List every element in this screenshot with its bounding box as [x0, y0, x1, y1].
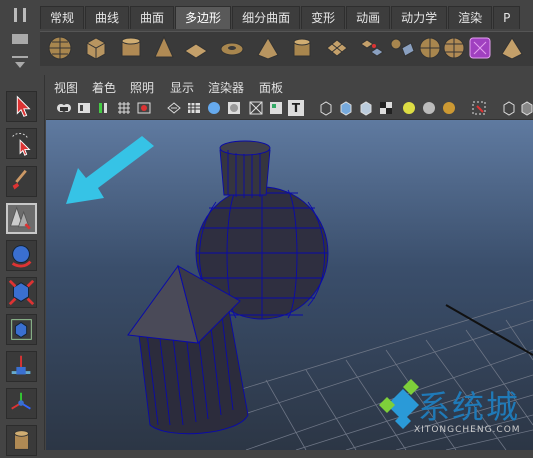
toolbox	[0, 75, 45, 456]
bounding-box-icon[interactable]	[248, 100, 264, 116]
tab-animation[interactable]: 动画	[346, 6, 391, 29]
brush-icon	[12, 169, 27, 190]
poly-cylinder-icon[interactable]	[117, 34, 145, 62]
boolean-icon[interactable]	[466, 34, 494, 62]
poly-pipe-icon[interactable]	[288, 34, 316, 62]
tab-deformation[interactable]: 变形	[301, 6, 346, 29]
poly-helix-icon[interactable]	[323, 34, 351, 62]
film-gate-icon[interactable]	[136, 100, 152, 116]
poly-plane-icon[interactable]	[182, 34, 210, 62]
menu-panels[interactable]: 面板	[259, 79, 283, 96]
menu-view[interactable]: 视图	[54, 79, 78, 96]
poly-cube-icon[interactable]	[82, 34, 110, 62]
menu-renderer[interactable]: 渲染器	[208, 79, 244, 96]
smooth-icon[interactable]	[440, 34, 468, 62]
shelf-icon-row	[40, 31, 533, 66]
lasso-icon	[12, 133, 31, 156]
isolate-select-icon[interactable]	[471, 100, 487, 116]
menu-show[interactable]: 显示	[170, 79, 194, 96]
grid-icon[interactable]	[116, 100, 132, 116]
poly-torus-icon[interactable]	[218, 34, 246, 62]
cube-scale-icon	[11, 319, 32, 340]
axis-tool-button[interactable]	[6, 388, 37, 419]
annotation-arrow	[66, 136, 154, 204]
shelf-menu-arrow-icon	[15, 62, 25, 68]
tab-rendering[interactable]: 渲染	[448, 6, 493, 29]
camera-attributes-icon[interactable]	[56, 100, 72, 116]
grid-axis-line	[445, 304, 533, 356]
wireframe-shaded-icon[interactable]	[186, 100, 202, 116]
rotate-tool-button[interactable]	[6, 277, 37, 308]
menu-shading[interactable]: 着色	[92, 79, 116, 96]
text-label-toggle[interactable]: T	[288, 100, 304, 116]
tab-polygons[interactable]: 多边形	[175, 6, 232, 29]
combine-icon[interactable]	[358, 34, 386, 62]
default-light-icon[interactable]	[421, 100, 437, 116]
cylinder-tool-icon	[14, 430, 29, 450]
bevel-icon[interactable]	[498, 34, 526, 62]
smooth-shade-icon[interactable]	[206, 100, 222, 116]
tab-dynamics[interactable]: 动力学	[391, 6, 448, 29]
light-icon[interactable]	[401, 100, 417, 116]
checker-icon[interactable]	[378, 100, 394, 116]
watermark-title: 系统城	[418, 388, 521, 426]
cube-rotate-icon	[8, 279, 35, 306]
cube-shaded-icon[interactable]	[338, 100, 354, 116]
manipulator-icon	[11, 355, 31, 375]
menu-lighting[interactable]: 照明	[130, 79, 154, 96]
image-plane-icon[interactable]	[96, 100, 112, 116]
panel-toolbar: T	[46, 97, 533, 120]
xray-joints-icon[interactable]	[519, 100, 533, 116]
panel-menu-bar: 视图 着色 照明 显示 渲染器 面板	[46, 77, 533, 97]
move-tool-button[interactable]	[6, 240, 37, 271]
flat-shade-icon[interactable]	[226, 100, 242, 116]
select-tool-button[interactable]	[6, 91, 37, 122]
sphere-move-icon	[11, 245, 32, 268]
cone-tool-icon	[10, 206, 31, 230]
tab-common[interactable]: 常规	[40, 6, 85, 29]
poly-pyramid-icon[interactable]	[254, 34, 282, 62]
xray-cube-icon[interactable]	[501, 100, 517, 116]
cube-textured-icon[interactable]	[358, 100, 374, 116]
axis-icon	[11, 392, 31, 410]
shelf-menu-line-icon	[12, 56, 28, 58]
paint-select-tool-button[interactable]	[6, 166, 37, 197]
shelf-tabs: 常规 曲线 曲面 多边形 细分曲面 变形 动画 动力学 渲染 P	[40, 6, 521, 29]
history-tool-button[interactable]	[6, 425, 37, 456]
polygon-primitive-tool-button[interactable]	[6, 203, 37, 234]
tab-more[interactable]: P	[493, 6, 521, 29]
tab-subdiv[interactable]: 细分曲面	[232, 6, 301, 29]
poly-sphere-icon[interactable]	[46, 34, 74, 62]
shelf-area: 常规 曲线 曲面 多边形 细分曲面 变形 动画 动力学 渲染 P	[0, 0, 533, 75]
separate-icon[interactable]	[388, 34, 416, 62]
poly-cone-icon[interactable]	[150, 34, 178, 62]
scale-tool-button[interactable]	[6, 314, 37, 345]
tab-surfaces[interactable]: 曲面	[130, 6, 175, 29]
watermark-url: XITONGCHENG.COM	[414, 425, 521, 435]
texture-icon[interactable]	[268, 100, 284, 116]
lasso-tool-button[interactable]	[6, 128, 37, 159]
shelf-grip-icon	[14, 8, 26, 22]
wireframe-icon[interactable]	[166, 100, 182, 116]
manipulator-tool-button[interactable]	[6, 351, 37, 382]
shelf-options-handle[interactable]	[6, 8, 34, 70]
shelf-tab-icon	[12, 34, 28, 44]
arrow-cursor-icon	[16, 95, 31, 117]
bookmark-icon[interactable]	[76, 100, 92, 116]
tab-curves[interactable]: 曲线	[85, 6, 130, 29]
all-lights-icon[interactable]	[441, 100, 457, 116]
cube-wire-icon[interactable]	[318, 100, 334, 116]
